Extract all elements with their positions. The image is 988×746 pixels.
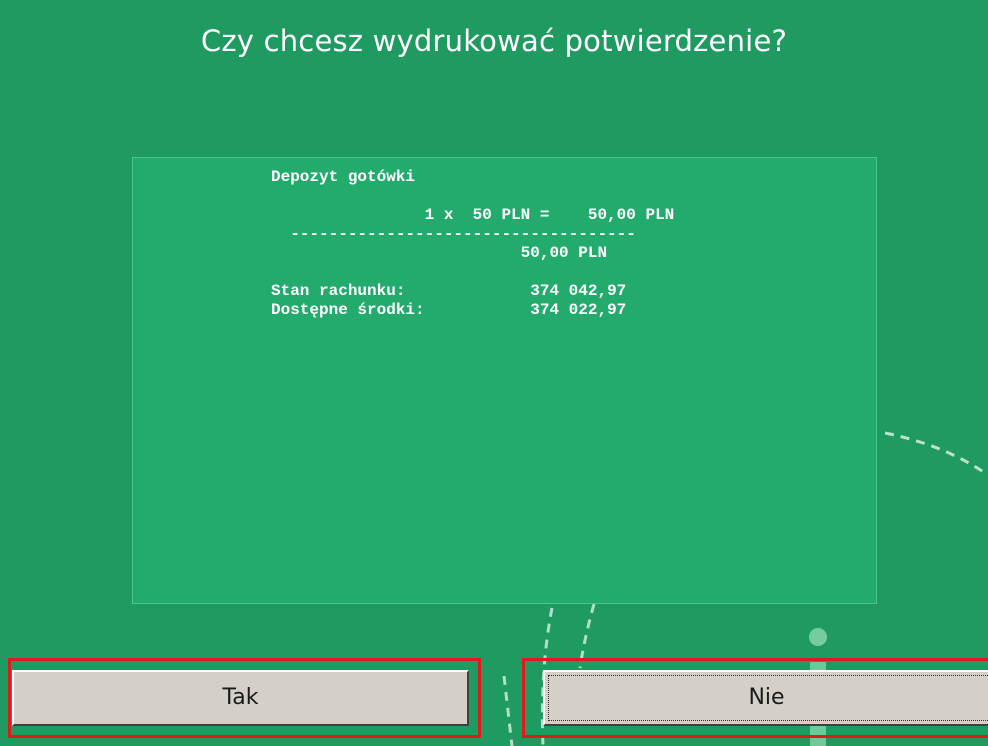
receipt-text: Depozyt gotówki 1 x 50 PLN = 50,00 PLN -… [271, 168, 674, 320]
receipt-separator: ------------------------------------ [290, 225, 636, 243]
available-funds-value: 374 022,97 [530, 301, 627, 319]
balance-value: 374 042,97 [530, 282, 627, 300]
dialog-title: Czy chcesz wydrukować potwierdzenie? [200, 24, 788, 58]
receipt-heading: Depozyt gotówki [271, 168, 416, 186]
receipt-total: 50,00 PLN [520, 244, 608, 262]
receipt-line-item: 1 x 50 PLN = 50,00 PLN [424, 206, 675, 224]
yes-button[interactable]: Tak [12, 670, 469, 726]
no-button[interactable]: Nie [543, 670, 988, 726]
available-funds-label: Dostępne środki: [271, 301, 425, 319]
receipt-preview: Depozyt gotówki 1 x 50 PLN = 50,00 PLN -… [132, 157, 877, 604]
balance-label: Stan rachunku: [271, 282, 406, 300]
